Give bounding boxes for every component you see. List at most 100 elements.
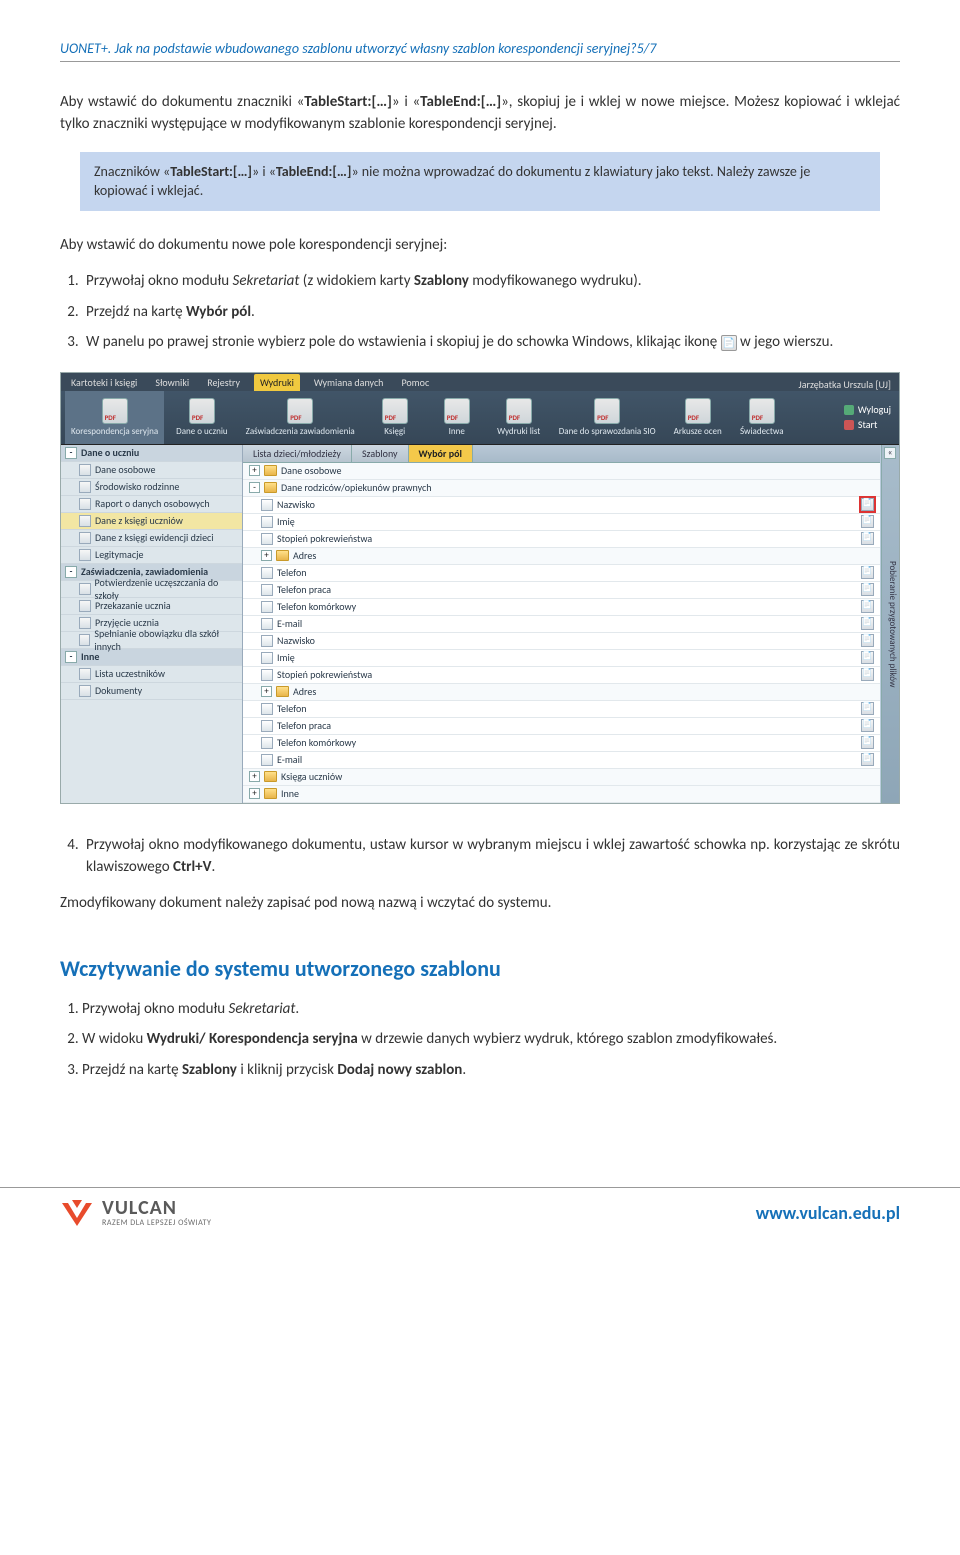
sidebar-item[interactable]: Dane z księgi ewidencji dzieci	[61, 530, 242, 547]
chevron-left-icon[interactable]: «	[884, 447, 896, 459]
tree-folder[interactable]: + Dane osobowe	[243, 463, 880, 480]
tree-folder[interactable]: +Inne	[243, 786, 880, 803]
toggle-icon[interactable]: -	[65, 566, 77, 578]
tree-field[interactable]: Telefon praca	[243, 582, 880, 599]
step-2: Przejdź na kartę Wybór pól.	[82, 301, 900, 324]
toggle-icon[interactable]: +	[261, 686, 272, 697]
tree-label: Telefon praca	[277, 719, 861, 732]
sidebar-item[interactable]: Dokumenty	[61, 683, 242, 700]
copy-field-button[interactable]	[861, 583, 874, 596]
tree-field[interactable]: E-mail	[243, 616, 880, 633]
copy-field-button[interactable]	[861, 702, 874, 715]
ribbon-icon	[382, 398, 408, 424]
tree-folder[interactable]: +Adres	[243, 548, 880, 565]
copy-field-button[interactable]	[861, 634, 874, 647]
ribbon-item[interactable]: Dane o uczniu	[170, 391, 233, 444]
copy-field-button[interactable]	[861, 600, 874, 613]
section-heading: Wczytywanie do systemu utworzonego szabl…	[60, 955, 900, 982]
sidebar-item[interactable]: Środowisko rodzinne	[61, 479, 242, 496]
sidebar-group[interactable]: -Dane o uczniu	[61, 445, 242, 462]
sidebar-item[interactable]: Lista uczestników	[61, 666, 242, 683]
topmenu-item[interactable]: Wymiana danych	[310, 374, 388, 391]
tree-folder[interactable]: +Księga uczniów	[243, 769, 880, 786]
copy-field-button[interactable]	[861, 566, 874, 579]
folder-icon	[264, 482, 277, 493]
sidebar-label: Inne	[81, 650, 99, 663]
ribbon-item[interactable]: Korespondencja seryjna	[65, 391, 164, 444]
text: Dodaj nowy szablon	[337, 1061, 462, 1079]
ribbon-icon	[287, 398, 313, 424]
sidebar-item[interactable]: Raport o danych osobowych	[61, 496, 242, 513]
sidebar-label: Raport o danych osobowych	[95, 497, 210, 510]
toggle-icon[interactable]: +	[261, 550, 272, 561]
sidebar-item[interactable]: Legitymacje	[61, 547, 242, 564]
tree-field[interactable]: Stopień pokrewieństwa	[243, 667, 880, 684]
ribbon-item[interactable]: Księgi	[367, 391, 423, 444]
tab-item[interactable]: Lista dzieci/młodzieży	[243, 445, 352, 462]
ribbon-label: Dane o uczniu	[176, 426, 227, 437]
tree-label: E-mail	[277, 753, 861, 766]
tree-field[interactable]: Nazwisko	[243, 497, 880, 514]
tree-field[interactable]: Telefon komórkowy	[243, 599, 880, 616]
field-icon	[261, 516, 273, 528]
download-side-strip[interactable]: « Pobieranie przygotowanych plików	[881, 445, 899, 803]
ribbon-item[interactable]: Arkusze ocen	[668, 391, 728, 444]
copy-field-button[interactable]	[861, 515, 874, 528]
field-icon	[261, 669, 273, 681]
copy-field-button[interactable]	[861, 498, 874, 511]
user-label: Jarzębatka Urszula [UJ]	[799, 378, 900, 391]
sidebar-item[interactable]: Spełnianie obowiązku dla szkół innych	[61, 632, 242, 649]
copy-field-button[interactable]	[861, 668, 874, 681]
ribbon-item[interactable]: Inne	[429, 391, 485, 444]
tree-field[interactable]: Telefon praca	[243, 718, 880, 735]
app-topmenu: Kartoteki i księgi Słowniki Rejestry Wydruk…	[61, 373, 899, 391]
sidebar-item[interactable]: Dane z księgi uczniów	[61, 513, 242, 530]
tree-field[interactable]: Imię	[243, 514, 880, 531]
copy-field-button[interactable]	[861, 753, 874, 766]
toggle-icon[interactable]: -	[65, 651, 77, 663]
tree-field[interactable]: Stopień pokrewieństwa	[243, 531, 880, 548]
topmenu-item[interactable]: Kartoteki i księgi	[67, 374, 141, 391]
tree-folder[interactable]: -Dane rodziców/opiekunów prawnych	[243, 480, 880, 497]
sidebar-label: Przekazanie ucznia	[95, 599, 171, 612]
topmenu-item[interactable]: Pomoc	[397, 374, 433, 391]
tree-field[interactable]: Telefon	[243, 701, 880, 718]
toggle-icon[interactable]: +	[249, 771, 260, 782]
toggle-icon[interactable]: +	[249, 465, 260, 476]
tree-label: Telefon komórkowy	[277, 600, 861, 613]
page-header: UONET+. Jak na podstawie wbudowanego sza…	[60, 40, 900, 62]
copy-field-button[interactable]	[861, 651, 874, 664]
tab-item[interactable]: Szablony	[352, 445, 409, 462]
toggle-icon[interactable]: +	[249, 788, 260, 799]
toggle-icon[interactable]: -	[249, 482, 260, 493]
start-link[interactable]: Start	[844, 418, 877, 431]
copy-field-button[interactable]	[861, 532, 874, 545]
ribbon-item[interactable]: Zaświadczenia zawiadomienia	[240, 391, 361, 444]
ribbon-item[interactable]: Dane do sprawozdania SIO	[553, 391, 662, 444]
footer-url: www.vulcan.edu.pl	[756, 1202, 900, 1224]
sidebar-item[interactable]: Potwierdzenie uczęszczania do szkoły	[61, 581, 242, 598]
copy-field-button[interactable]	[861, 736, 874, 749]
tree-field[interactable]: Nazwisko	[243, 633, 880, 650]
toggle-icon[interactable]: -	[65, 447, 77, 459]
topmenu-item[interactable]: Słowniki	[151, 374, 193, 391]
ribbon-item[interactable]: Wydruki list	[491, 391, 547, 444]
tree-field[interactable]: Telefon	[243, 565, 880, 582]
tab-item[interactable]: Wybór pól	[409, 445, 473, 462]
copy-field-button[interactable]	[861, 719, 874, 732]
sidebar-label: Środowisko rodzinne	[95, 480, 179, 493]
note-callout: Znaczników «TableStart:[…]» i «TableEnd:…	[80, 152, 880, 211]
topmenu-item[interactable]: Wydruki	[254, 374, 300, 391]
tree-folder[interactable]: +Adres	[243, 684, 880, 701]
topmenu-item[interactable]: Rejestry	[203, 374, 244, 391]
copy-field-button[interactable]	[861, 617, 874, 630]
ribbon-icon	[444, 398, 470, 424]
ribbon-item[interactable]: Świadectwa	[734, 391, 790, 444]
tree-field[interactable]: Imię	[243, 650, 880, 667]
text: Przywołaj okno modułu	[86, 272, 233, 290]
sidebar-item[interactable]: Dane osobowe	[61, 462, 242, 479]
tree-label: Dane osobowe	[281, 464, 874, 477]
tree-field[interactable]: Telefon komórkowy	[243, 735, 880, 752]
tree-field[interactable]: E-mail	[243, 752, 880, 769]
logout-link[interactable]: Wyloguj	[844, 403, 891, 416]
